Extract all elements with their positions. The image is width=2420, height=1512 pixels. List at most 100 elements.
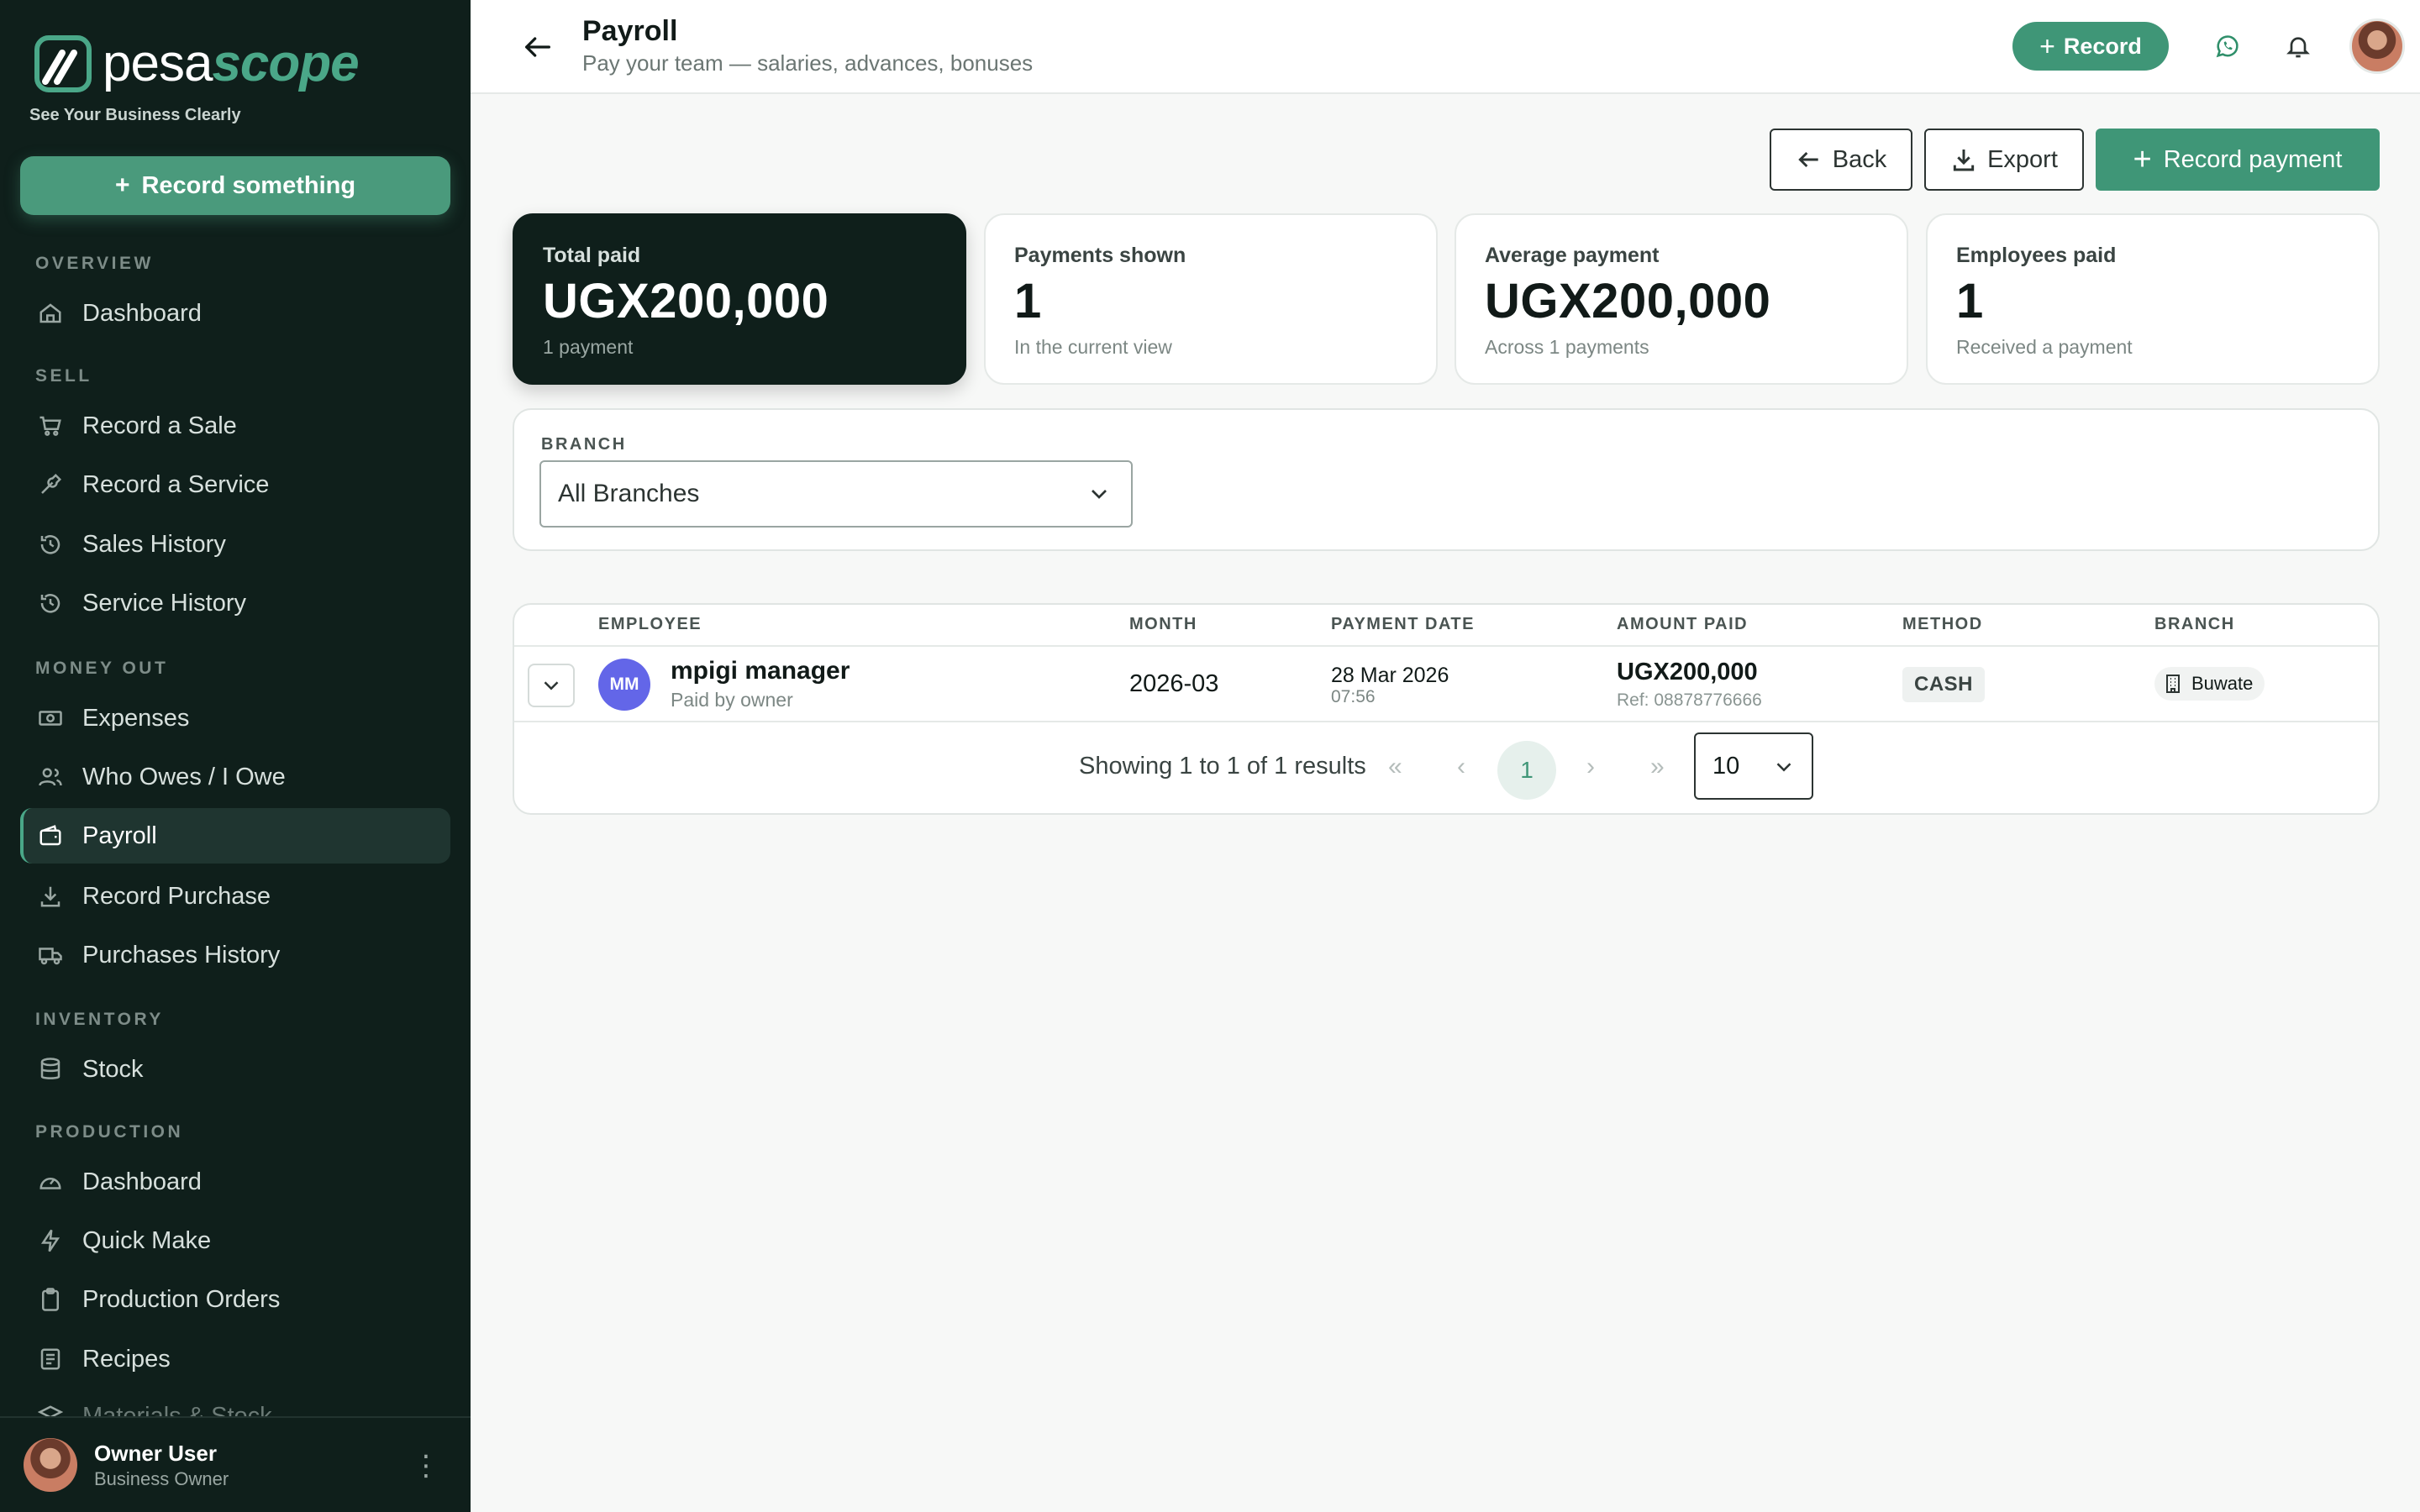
back-button-label: Back (1832, 145, 1887, 173)
truck-icon (37, 942, 64, 969)
cell-month: 2026-03 (1129, 670, 1219, 697)
next-page-button[interactable]: › (1586, 753, 1595, 781)
sidebar-item-payroll[interactable]: Payroll (20, 808, 450, 864)
download-icon (37, 883, 64, 910)
sidebar-item-expenses[interactable]: Expenses (20, 690, 450, 746)
sidebar-item-purchases-history[interactable]: Purchases History (20, 927, 450, 983)
back-button[interactable]: Back (1770, 129, 1912, 191)
sidebar-item-label: Expenses (82, 704, 190, 732)
record-something-button[interactable]: + Record something (20, 156, 450, 215)
download-icon (1953, 150, 1975, 171)
sidebar-item-production-dashboard[interactable]: Dashboard (20, 1154, 450, 1210)
stat-label: Payments shown (1014, 244, 1186, 267)
building-icon (2166, 675, 2180, 693)
brand-logo[interactable]: pesascope (34, 32, 360, 96)
brand-tagline: See Your Business Clearly (29, 106, 241, 124)
cart-icon (37, 412, 64, 439)
sidebar-item-label: Service History (82, 589, 246, 617)
stat-value: 1 (1956, 274, 1984, 328)
logo-mark-icon (34, 35, 92, 92)
user-name: Owner User (94, 1440, 217, 1466)
employee-name: mpigi manager (671, 657, 850, 685)
sidebar-item-recipes[interactable]: Recipes (20, 1331, 450, 1387)
sidebar: pesascope See Your Business Clearly + Re… (0, 0, 471, 1512)
stat-value: UGX200,000 (543, 274, 829, 328)
stat-label: Employees paid (1956, 244, 2117, 267)
arrow-left-icon[interactable] (521, 30, 555, 64)
page-button-current[interactable]: 1 (1497, 741, 1556, 800)
record-something-label: Record something (141, 171, 356, 199)
section-money-out: MONEY OUT (35, 659, 169, 678)
branch-chip: Buwate (2154, 667, 2265, 701)
stat-card-total-paid: Total paid UGX200,000 1 payment (513, 213, 966, 385)
record-payment-button[interactable]: + Record payment (2096, 129, 2380, 191)
column-header-month[interactable]: MONTH (1129, 615, 1197, 634)
pagination-summary: Showing 1 to 1 of 1 results (1079, 753, 1366, 780)
column-header-amount-paid[interactable]: AMOUNT PAID (1617, 615, 1748, 634)
chevron-down-icon (1092, 490, 1107, 499)
sidebar-item-record-service[interactable]: Record a Service (20, 457, 450, 512)
stat-value: 1 (1014, 274, 1042, 328)
sidebar-item-label: Payroll (82, 822, 157, 849)
arrow-left-icon (1798, 151, 1818, 168)
stat-subtext: Across 1 payments (1485, 336, 1649, 358)
banknote-icon (37, 705, 64, 732)
sidebar-item-label: Quick Make (82, 1226, 212, 1254)
branch-filter-label: BRANCH (541, 435, 627, 454)
previous-page-button[interactable]: ‹ (1457, 753, 1465, 781)
stat-label: Average payment (1485, 244, 1660, 267)
sidebar-item-label: Stock (82, 1055, 144, 1083)
sidebar-item-label: Who Owes / I Owe (82, 763, 286, 790)
sidebar-item-label: Recipes (82, 1345, 171, 1373)
clipboard-icon (37, 1286, 64, 1313)
branch-select[interactable]: All Branches (539, 460, 1133, 528)
stat-subtext: 1 payment (543, 336, 634, 358)
column-header-payment-date[interactable]: PAYMENT DATE (1331, 615, 1475, 634)
sidebar-item-quick-make[interactable]: Quick Make (20, 1213, 450, 1268)
sidebar-item-who-owes[interactable]: Who Owes / I Owe (20, 749, 450, 805)
cell-reference: Ref: 08878776666 (1617, 690, 1762, 710)
list-icon (37, 1346, 64, 1373)
section-production: PRODUCTION (35, 1122, 184, 1142)
plus-icon: + (2039, 30, 2055, 61)
avatar[interactable] (2349, 18, 2405, 74)
per-page-select[interactable]: 10 (1694, 732, 1813, 800)
sidebar-item-dashboard[interactable]: Dashboard (20, 286, 450, 341)
cell-amount: UGX200,000 (1617, 659, 1758, 685)
payroll-table: EMPLOYEE MONTH PAYMENT DATE AMOUNT PAID … (513, 603, 2380, 815)
expand-row-button[interactable] (528, 664, 575, 707)
stat-card-average-payment: Average payment UGX200,000 Across 1 paym… (1455, 213, 1908, 385)
whatsapp-icon[interactable] (2210, 29, 2245, 64)
sidebar-item-record-purchase[interactable]: Record Purchase (20, 869, 450, 924)
bell-icon[interactable] (2281, 29, 2316, 64)
employee-paid-by: Paid by owner (671, 689, 793, 711)
top-header: Payroll Pay your team — salaries, advanc… (471, 0, 2420, 94)
last-page-button[interactable]: » (1650, 753, 1665, 781)
database-icon (37, 1056, 64, 1083)
first-page-button[interactable]: « (1388, 753, 1402, 781)
column-header-method[interactable]: METHOD (1902, 615, 1983, 634)
users-icon (37, 764, 64, 790)
lightning-icon (37, 1227, 64, 1254)
pagination: Showing 1 to 1 of 1 results « ‹ 1 › » 10 (514, 724, 2378, 813)
column-header-employee[interactable]: EMPLOYEE (598, 615, 702, 634)
sidebar-item-production-orders[interactable]: Production Orders (20, 1272, 450, 1327)
sidebar-item-service-history[interactable]: Service History (20, 575, 450, 631)
column-header-branch[interactable]: BRANCH (2154, 615, 2235, 634)
sidebar-item-record-sale[interactable]: Record a Sale (20, 398, 450, 454)
table-row[interactable]: MM mpigi manager Paid by owner 2026-03 2… (514, 647, 2378, 722)
plus-icon: + (2133, 141, 2152, 177)
branch-name: Buwate (2191, 673, 2254, 694)
method-badge: CASH (1902, 667, 1986, 702)
sidebar-item-sales-history[interactable]: Sales History (20, 517, 450, 572)
more-vertical-icon[interactable]: ⋮ (412, 1452, 440, 1480)
gauge-icon (37, 1168, 64, 1195)
stat-card-payments-shown: Payments shown 1 In the current view (984, 213, 1438, 385)
user-menu[interactable]: Owner User Business Owner ⋮ (0, 1416, 471, 1512)
table-header: EMPLOYEE MONTH PAYMENT DATE AMOUNT PAID … (514, 605, 2378, 647)
export-button[interactable]: Export (1924, 129, 2084, 191)
sidebar-item-stock[interactable]: Stock (20, 1042, 450, 1097)
history-icon (37, 590, 64, 617)
sidebar-item-label: Record Purchase (82, 882, 271, 910)
record-button[interactable]: + Record (2012, 22, 2169, 71)
